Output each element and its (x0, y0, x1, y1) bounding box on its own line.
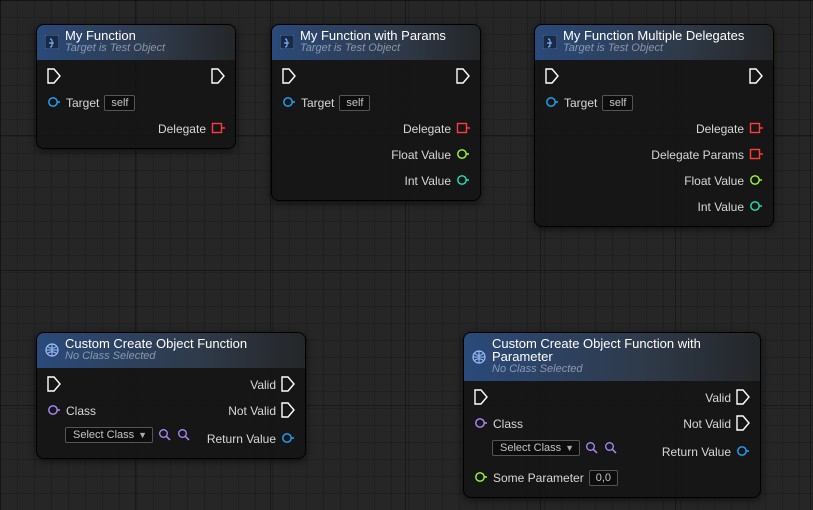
search-icon[interactable] (604, 441, 618, 455)
some-parameter-input-pin[interactable]: Some Parameter 0,0 (474, 467, 618, 489)
pin-label: Return Value (207, 432, 276, 446)
class-input-pin[interactable]: Class (474, 413, 523, 435)
pin-label: Int Value (698, 200, 744, 214)
pin-label: Target (66, 96, 99, 110)
float-value-output-pin[interactable]: Float Value (391, 144, 470, 166)
node-body: Target self Delegate Float Value Int Val… (272, 60, 480, 200)
node-title: My Function (65, 29, 165, 42)
pin-default[interactable]: self (104, 95, 135, 111)
browse-icon[interactable] (585, 441, 599, 455)
node-title: My Function with Params (300, 29, 446, 42)
node-my-function-multiple-delegates[interactable]: My Function Multiple Delegates Target is… (534, 24, 774, 227)
exec-in-pin[interactable] (474, 387, 488, 409)
class-select-dropdown[interactable]: Select Class ▼ (492, 440, 580, 456)
dropdown-label: Select Class (73, 429, 134, 441)
exec-out-pin[interactable] (211, 66, 225, 88)
search-icon[interactable] (177, 428, 191, 442)
node-header[interactable]: Custom Create Object Function with Param… (464, 333, 760, 381)
pin-label: Target (301, 96, 334, 110)
valid-exec-pin[interactable]: Valid (705, 387, 750, 409)
target-input-pin[interactable]: Target self (282, 92, 370, 114)
function-icon (543, 35, 557, 49)
world-icon (472, 350, 486, 364)
float-value-output-pin[interactable]: Float Value (684, 170, 763, 192)
function-icon (45, 35, 59, 49)
node-header[interactable]: Custom Create Object Function No Class S… (37, 333, 305, 368)
pin-label: Float Value (391, 148, 451, 162)
not-valid-exec-pin[interactable]: Not Valid (683, 413, 750, 435)
target-input-pin[interactable]: Target self (47, 92, 135, 114)
chevron-down-icon: ▼ (565, 443, 574, 453)
node-my-function[interactable]: My Function Target is Test Object Target… (36, 24, 236, 149)
int-value-output-pin[interactable]: Int Value (698, 196, 763, 218)
pin-label: Valid (705, 391, 731, 405)
chevron-down-icon: ▼ (138, 430, 147, 440)
pin-label: Float Value (684, 174, 744, 188)
node-subtitle: No Class Selected (492, 363, 752, 376)
node-body: Target self Delegate (37, 60, 235, 148)
node-title: Custom Create Object Function with Param… (492, 337, 752, 363)
exec-out-pin[interactable] (456, 66, 470, 88)
node-header[interactable]: My Function with Params Target is Test O… (272, 25, 480, 60)
pin-label: Some Parameter (493, 471, 584, 485)
world-icon (45, 343, 59, 357)
pin-label: Class (493, 417, 523, 431)
node-header[interactable]: My Function Multiple Delegates Target is… (535, 25, 773, 60)
node-custom-create-object-with-parameter[interactable]: Custom Create Object Function with Param… (463, 332, 761, 498)
node-body: Target self Delegate Delegate Params Flo… (535, 60, 773, 226)
node-body: Valid Class Select Class ▼ (37, 368, 305, 458)
dropdown-label: Select Class (500, 442, 561, 454)
node-custom-create-object[interactable]: Custom Create Object Function No Class S… (36, 332, 306, 459)
exec-in-pin[interactable] (545, 66, 559, 88)
node-subtitle: Target is Test Object (300, 42, 446, 55)
target-input-pin[interactable]: Target self (545, 92, 633, 114)
pin-label: Class (66, 404, 96, 418)
node-subtitle: Target is Test Object (65, 42, 165, 55)
pin-label: Return Value (662, 445, 731, 459)
pin-label: Valid (250, 378, 276, 392)
pin-label: Not Valid (228, 404, 276, 418)
node-subtitle: No Class Selected (65, 350, 247, 363)
pin-label: Delegate (403, 122, 451, 136)
node-title: Custom Create Object Function (65, 337, 247, 350)
pin-default[interactable]: self (339, 95, 370, 111)
exec-out-pin[interactable] (749, 66, 763, 88)
delegate-output-pin[interactable]: Delegate (403, 118, 470, 140)
exec-in-pin[interactable] (47, 66, 61, 88)
node-subtitle: Target is Test Object (563, 42, 744, 55)
pin-default[interactable]: 0,0 (589, 470, 618, 486)
node-header[interactable]: My Function Target is Test Object (37, 25, 235, 60)
pin-label: Delegate (696, 122, 744, 136)
pin-label: Target (564, 96, 597, 110)
node-body: Valid Class Select Class ▼ (464, 381, 760, 497)
pin-label: Delegate (158, 122, 206, 136)
valid-exec-pin[interactable]: Valid (250, 374, 295, 396)
class-input-pin[interactable]: Class (47, 400, 96, 422)
pin-label: Delegate Params (651, 148, 744, 162)
exec-in-pin[interactable] (47, 374, 61, 396)
function-icon (280, 35, 294, 49)
int-value-output-pin[interactable]: Int Value (405, 170, 470, 192)
not-valid-exec-pin[interactable]: Not Valid (228, 400, 295, 422)
delegate-params-output-pin[interactable]: Delegate Params (651, 144, 763, 166)
delegate-output-pin[interactable]: Delegate (696, 118, 763, 140)
node-my-function-with-params[interactable]: My Function with Params Target is Test O… (271, 24, 481, 201)
browse-icon[interactable] (158, 428, 172, 442)
pin-label: Not Valid (683, 417, 731, 431)
exec-in-pin[interactable] (282, 66, 296, 88)
pin-label: Int Value (405, 174, 451, 188)
node-title: My Function Multiple Delegates (563, 29, 744, 42)
return-value-pin[interactable]: Return Value (207, 428, 295, 450)
pin-default[interactable]: self (602, 95, 633, 111)
return-value-pin[interactable]: Return Value (662, 441, 750, 463)
class-select-dropdown[interactable]: Select Class ▼ (65, 427, 153, 443)
delegate-output-pin[interactable]: Delegate (158, 118, 225, 140)
